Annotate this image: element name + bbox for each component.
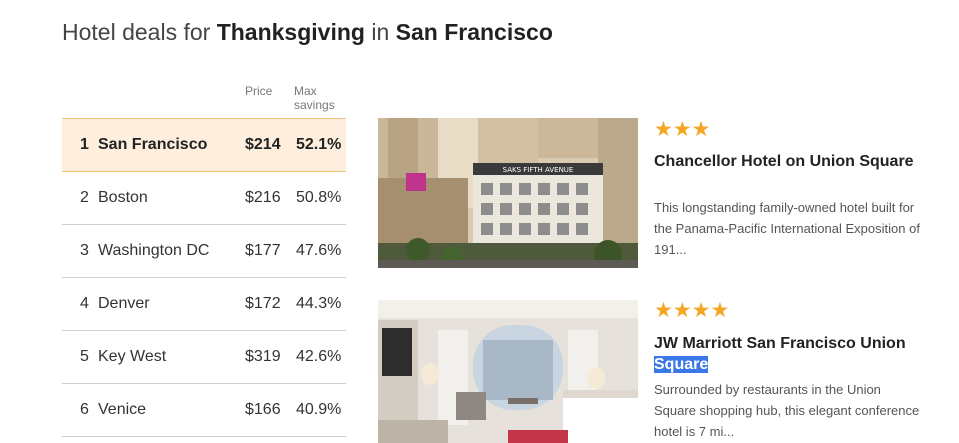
row-price: $177 [245,242,281,259]
row-rank: 1 [80,136,89,153]
row-savings: 44.3% [296,295,342,312]
selected-text: Square [654,356,709,373]
row-city: San Francisco [98,136,208,153]
row-savings: 52.1% [296,136,342,153]
hotel-name-link[interactable]: JW Marriott San Francisco Union Square [654,333,924,375]
row-rank: 6 [80,401,89,418]
hotel-description: This longstanding family-owned hotel bui… [654,200,920,257]
star-rating: ★★★ [654,118,711,141]
hotel-photo-graphic [378,300,638,443]
star-rating: ★★★★ [654,299,730,322]
row-price: $166 [245,401,281,418]
table-row[interactable]: 3 Washington DC $177 47.6% [62,225,346,278]
savings-column-header: Max savings [294,84,335,112]
row-savings: 42.6% [296,348,342,365]
table-row[interactable]: 4 Denver $172 44.3% [62,278,346,331]
hotel-photo-graphic: SAKS FIFTH AVENUE [378,118,638,268]
hotel-photo[interactable] [378,300,638,443]
hotel-name-link[interactable]: Chancellor Hotel on Union Square [654,151,924,172]
hotel-photo[interactable]: SAKS FIFTH AVENUE [378,118,638,268]
destination-table: 1 San Francisco $214 52.1% 2 Boston $216… [62,118,346,437]
title-city: San Francisco [395,19,553,45]
row-price: $172 [245,295,281,312]
row-city: Denver [98,295,150,312]
table-row[interactable]: 6 Venice $166 40.9% [62,384,346,437]
row-city: Key West [98,348,167,365]
table-row[interactable]: 1 San Francisco $214 52.1% [62,119,346,172]
page-title: Hotel deals for Thanksgiving in San Fran… [62,19,553,46]
saks-sign: SAKS FIFTH AVENUE [503,166,574,174]
price-column-header: Price [245,84,273,98]
title-middle: in [364,19,396,45]
row-rank: 2 [80,189,89,206]
row-price: $216 [245,189,281,206]
row-city: Washington DC [98,242,210,259]
row-savings: 50.8% [296,189,342,206]
row-price: $319 [245,348,281,365]
title-holiday: Thanksgiving [216,19,365,45]
row-rank: 4 [80,295,89,312]
row-savings: 47.6% [296,242,342,259]
row-rank: 3 [80,242,89,259]
hotel-name-text: JW Marriott San Francisco Union [654,335,906,352]
row-city: Boston [98,189,148,206]
table-row[interactable]: 2 Boston $216 50.8% [62,172,346,225]
table-row[interactable]: 5 Key West $319 42.6% [62,331,346,384]
row-rank: 5 [80,348,89,365]
row-price: $214 [245,136,281,153]
title-prefix: Hotel deals for [62,19,217,45]
row-city: Venice [98,401,147,418]
hotel-description: Surrounded by restaurants in the Union S… [654,382,920,439]
row-savings: 40.9% [296,401,342,418]
